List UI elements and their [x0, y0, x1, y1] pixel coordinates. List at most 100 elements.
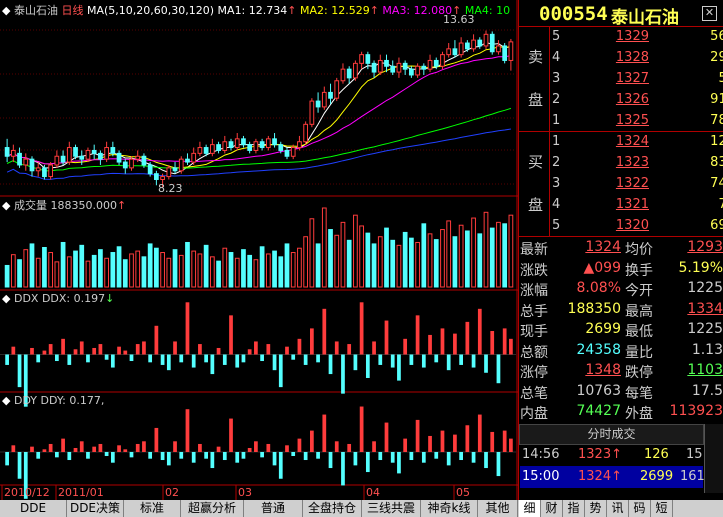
tick-price: 1323↑: [578, 447, 622, 462]
rtab-chips[interactable]: 码: [629, 500, 651, 517]
candle-body: [54, 155, 60, 166]
ddy-bar: [353, 452, 358, 466]
tab-three-line[interactable]: 三线共震: [362, 500, 421, 517]
tick-list-title[interactable]: 分时成交: [519, 424, 704, 445]
volume-bar: [209, 256, 215, 288]
ddy-bar: [316, 452, 320, 459]
ddy-bar: [73, 447, 78, 452]
ddx-bar: [129, 354, 134, 362]
volume-bar: [154, 247, 159, 288]
ddy-bar: [502, 430, 507, 452]
ddy-bar: [104, 452, 109, 457]
buy-row[interactable]: 1 1324 126: [549, 131, 723, 153]
rtab-index[interactable]: 指: [563, 500, 585, 517]
low-price-annotation: 8.23: [158, 182, 183, 195]
volume-bar: [222, 247, 228, 288]
stat-key: 最低: [625, 324, 653, 340]
candle-body: [452, 48, 458, 56]
ddx-bar: [390, 354, 395, 368]
volume-panel-title: ◆ 成交量 188350.000↑: [2, 197, 126, 213]
volume-bar: [458, 224, 464, 288]
buy-row[interactable]: 5 1320 699: [549, 215, 723, 237]
rtab-detail[interactable]: 细: [519, 500, 541, 517]
ddy-bar: [98, 443, 103, 452]
stat-value: 1324: [585, 239, 621, 255]
candle-body: [284, 149, 290, 157]
buy-book: 买 盘 1 1324 126 2 1323 834 3 1322 745 4 1321 72 5…: [519, 131, 723, 237]
price: 1325: [615, 113, 649, 128]
candle-body: [377, 59, 383, 73]
ddx-bar: [378, 354, 383, 365]
period-label[interactable]: 日线: [61, 4, 83, 17]
ddy-bar: [359, 406, 364, 452]
level: 2: [552, 155, 561, 170]
volume-bar: [309, 218, 315, 288]
tick-volume: 2699: [640, 469, 674, 484]
sell-row[interactable]: 4 1328 298: [549, 47, 723, 69]
rtab-finance[interactable]: 财: [541, 500, 563, 517]
ma-line: [6, 128, 511, 180]
ddy-bar: [334, 441, 339, 452]
rtab-news[interactable]: 讯: [607, 500, 629, 517]
buy-row[interactable]: 2 1323 834: [549, 152, 723, 174]
stat-key: 每笔: [625, 385, 653, 402]
volume-bar: [433, 239, 439, 288]
sell-row[interactable]: 1 1325 789: [549, 110, 723, 132]
volume-bar: [79, 244, 85, 288]
ddx-bar: [117, 346, 121, 355]
candle-body: [508, 41, 514, 61]
ddy-bar: [496, 452, 501, 477]
candle-body: [390, 65, 396, 73]
candle-body: [48, 164, 54, 178]
candle-body: [496, 45, 501, 53]
candle-body: [384, 59, 389, 67]
volume-bar: [265, 253, 271, 288]
candle-body: [259, 141, 265, 149]
tab-dde[interactable]: DDE: [0, 500, 67, 517]
candle-body: [178, 158, 184, 172]
stat-key: 现手: [520, 324, 548, 340]
tab-normal[interactable]: 普通: [244, 500, 303, 517]
kline-diamond-icon: ◆: [2, 4, 11, 17]
volume-bar: [384, 227, 389, 288]
ddy-bar: [378, 452, 383, 461]
ddx-bar: [278, 354, 283, 388]
volume-bar: [415, 241, 420, 288]
tab-dde-decision[interactable]: DDE决策: [67, 500, 124, 517]
sell-row[interactable]: 2 1326 912: [549, 89, 723, 111]
kline-chart-area[interactable]: [0, 0, 518, 500]
stat-value: 1334: [687, 300, 723, 317]
close-icon[interactable]: ✕: [702, 6, 717, 21]
ddy-bar: [322, 414, 327, 452]
tab-magic-k[interactable]: 神奇k线: [421, 500, 478, 517]
rtab-trend[interactable]: 势: [585, 500, 607, 517]
sell-row[interactable]: 3 1327 59: [549, 68, 723, 90]
ma-params-label: MA(5,10,20,60,30,120): [86, 4, 215, 17]
tab-super-analysis[interactable]: 超赢分析: [181, 500, 244, 517]
volume-bar: [409, 237, 414, 288]
ddx-bar: [372, 341, 376, 355]
ddx-bar: [297, 338, 302, 355]
volume-bar: [284, 243, 290, 288]
buy-row[interactable]: 4 1321 72: [549, 194, 723, 216]
stat-row: 总笔 10763 每笔 17.5: [519, 381, 723, 402]
stat-value: 1225: [687, 321, 723, 337]
volume-bar: [315, 243, 321, 288]
ma-line: [6, 55, 511, 165]
candle-body: [502, 45, 508, 61]
tick-scrollbar[interactable]: [704, 424, 723, 493]
candle-body: [185, 158, 190, 163]
tab-standard[interactable]: 标准: [124, 500, 181, 517]
ddx-bar: [453, 333, 457, 355]
tab-full-holding[interactable]: 全盘持仓: [303, 500, 362, 517]
candle-body: [110, 147, 116, 154]
candle-body: [35, 167, 41, 172]
candle-body: [104, 147, 109, 160]
ddy-bar: [42, 449, 47, 452]
volume-bar: [178, 254, 184, 288]
rtab-short[interactable]: 短: [651, 500, 673, 517]
sell-row[interactable]: 5 1329 566: [549, 26, 723, 48]
tab-other[interactable]: 其他: [478, 500, 518, 517]
volume-bar: [328, 229, 333, 288]
buy-row[interactable]: 3 1322 745: [549, 173, 723, 195]
